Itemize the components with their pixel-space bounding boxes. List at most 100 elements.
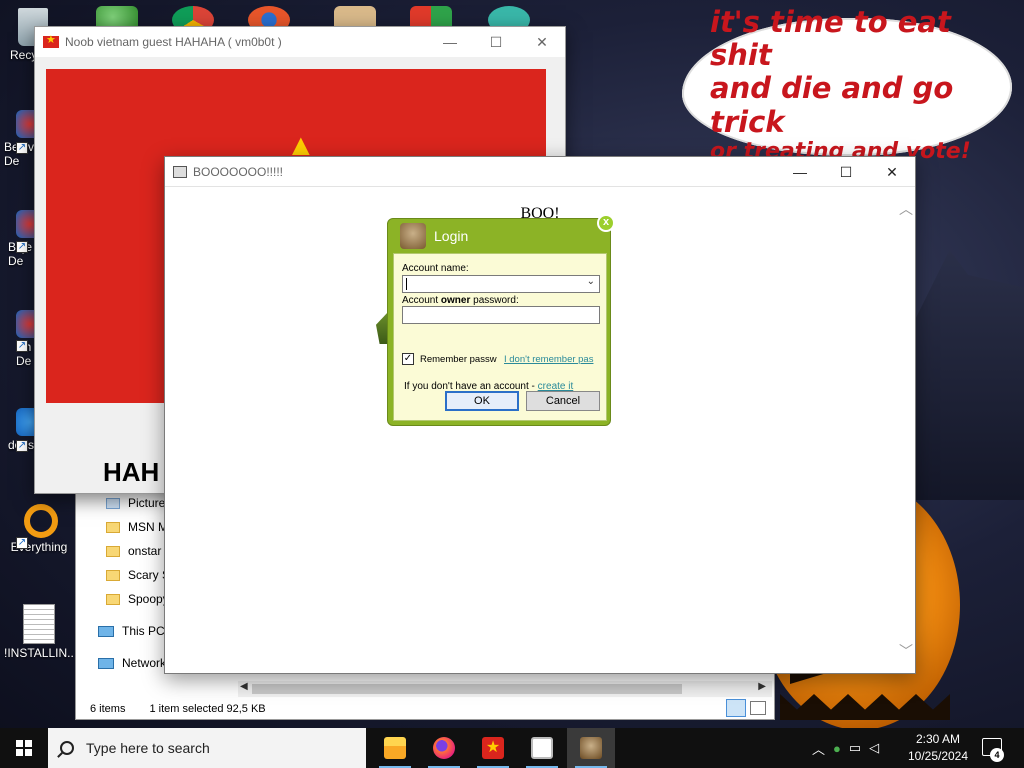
scrollbar-thumb[interactable] <box>252 684 682 694</box>
password-input[interactable] <box>402 306 600 324</box>
window-titlebar[interactable]: BOOOOOOO!!!!! — ☐ ✕ <box>165 157 915 187</box>
dog-icon <box>580 737 602 759</box>
nav-item-label: Picture <box>128 496 166 510</box>
speech-bubble: it's time to eat shit and die and go tri… <box>682 5 1012 164</box>
nav-item-label: onstar <box>128 544 162 558</box>
network-tray-icon[interactable]: ▭ <box>849 740 861 756</box>
folder-icon <box>106 521 120 533</box>
forgot-password-link[interactable]: I don't remember pas <box>504 354 602 365</box>
speech-line-1: it's time to eat shit <box>710 4 951 73</box>
scroll-right-icon[interactable]: ▶ <box>758 681 766 692</box>
password-label-post: password: <box>470 295 519 306</box>
network-icon <box>98 657 114 669</box>
text-caret <box>406 278 407 290</box>
remember-password-label: Remember passw <box>420 354 497 365</box>
window-icon <box>531 737 553 759</box>
folder-icon <box>106 593 120 605</box>
pictures-folder-icon <box>106 497 120 509</box>
speech-line-2: and die and go trick <box>710 71 954 139</box>
nav-item-scary[interactable]: Scary S <box>106 563 170 587</box>
nav-item-onstar[interactable]: onstar <box>106 539 161 563</box>
nav-item-pictures[interactable]: Picture <box>106 491 165 515</box>
account-name-label: Account name: <box>402 263 469 274</box>
shortcut-arrow-icon: ↗ <box>16 537 28 549</box>
maximize-button[interactable]: ☐ <box>823 157 869 187</box>
horizontal-scrollbar[interactable]: ◀ ▶ <box>238 681 772 697</box>
nav-item-label: Spoopy <box>128 592 169 606</box>
folder-icon <box>106 545 120 557</box>
remember-password-checkbox[interactable]: ✓ <box>402 353 414 365</box>
notification-count-badge: 4 <box>990 748 1004 762</box>
nav-item-msn[interactable]: MSN M <box>106 515 168 539</box>
close-button[interactable]: ✕ <box>869 157 915 187</box>
password-label: Account owner password: <box>402 295 519 306</box>
nav-item-label: Network <box>122 656 167 670</box>
status-selection: 1 item selected 92,5 KB <box>149 703 266 715</box>
folder-icon <box>384 737 406 759</box>
taskbar-app-dog[interactable] <box>567 728 615 768</box>
start-button[interactable] <box>0 728 48 768</box>
shortcut-arrow-icon: ↗ <box>16 440 28 452</box>
people-tray-icon[interactable]: ● <box>833 741 841 756</box>
password-label-pre: Account <box>402 295 441 306</box>
password-label-bold: owner <box>440 295 471 306</box>
desktop-icon-everything[interactable]: Everything <box>4 504 74 554</box>
desktop-icon-label: !INSTALLIN... <box>4 646 74 660</box>
scroll-down-icon[interactable]: ﹀ <box>899 641 913 661</box>
caption-text: HAH <box>103 457 160 487</box>
login-close-button[interactable]: x <box>597 214 615 232</box>
ok-button[interactable]: OK <box>445 391 519 411</box>
login-body: Account name: ⌄ Account owner password: … <box>393 253 607 421</box>
nav-item-label: This PC <box>122 624 165 638</box>
taskbar-app-firefox[interactable] <box>420 728 468 768</box>
nav-item-label: MSN M <box>128 520 168 534</box>
large-icons-view-icon[interactable] <box>750 701 766 715</box>
clock-time: 2:30 AM <box>915 732 961 746</box>
login-dialog[interactable]: Login x Account name: ⌄ Account owner pa… <box>387 214 615 426</box>
window-icon <box>173 165 187 178</box>
window-title: Noob vietnam guest HAHAHA ( vm0b0t ) <box>65 35 282 49</box>
window-titlebar[interactable]: Noob vietnam guest HAHAHA ( vm0b0t ) — ☐… <box>35 27 565 57</box>
windows-logo-icon <box>16 740 32 756</box>
nav-item-this-pc[interactable]: This PC <box>98 619 165 643</box>
details-view-icon[interactable] <box>726 699 746 717</box>
taskbar-clock[interactable]: 2:30 AM 10/25/2024 <box>906 731 970 765</box>
login-header[interactable]: Login <box>388 219 610 253</box>
chevron-up-icon[interactable]: ︿ <box>812 739 825 758</box>
search-placeholder: Type here to search <box>86 740 210 756</box>
speaker-icon[interactable]: ◁ <box>869 740 879 756</box>
desktop-icon-installing[interactable]: !INSTALLIN... <box>4 604 74 660</box>
shortcut-arrow-icon: ↗ <box>16 142 28 154</box>
dog-icon <box>400 223 426 249</box>
maximize-button[interactable]: ☐ <box>473 27 519 57</box>
firefox-icon <box>433 737 455 759</box>
taskbar-app-window[interactable] <box>518 728 566 768</box>
status-item-count: 6 items <box>90 703 126 715</box>
minimize-button[interactable]: — <box>427 27 473 57</box>
desktop-icon-label: Everything <box>10 540 68 554</box>
account-name-input[interactable]: ⌄ <box>402 275 600 293</box>
computer-icon <box>98 625 114 637</box>
taskbar-app-vietnam-flag[interactable]: ★ <box>469 728 517 768</box>
everything-search-icon <box>24 504 58 538</box>
vertical-scrollbar[interactable]: ︿ ﹀ <box>895 195 915 665</box>
chevron-down-icon[interactable]: ⌄ <box>587 276 595 287</box>
scroll-left-icon[interactable]: ◀ <box>240 681 248 692</box>
status-bar: 6 items 1 item selected 92,5 KB <box>90 703 266 715</box>
background-house-silhouette <box>900 250 1024 500</box>
clock-date: 10/25/2024 <box>907 749 969 763</box>
vietnam-flag-icon <box>43 33 59 48</box>
scroll-up-icon[interactable]: ︿ <box>899 199 913 219</box>
shortcut-arrow-icon: ↗ <box>16 241 28 253</box>
taskbar-app-file-explorer[interactable] <box>371 728 419 768</box>
folder-icon <box>106 569 120 581</box>
nav-item-spoopy[interactable]: Spoopy <box>106 587 169 611</box>
nav-item-network[interactable]: Network <box>98 651 166 675</box>
minimize-button[interactable]: — <box>777 157 823 187</box>
search-icon <box>60 741 74 755</box>
shortcut-arrow-icon: ↗ <box>16 340 28 352</box>
close-button[interactable]: ✕ <box>519 27 565 57</box>
cancel-button[interactable]: Cancel <box>526 391 600 411</box>
taskbar-search-box[interactable]: Type here to search <box>48 728 366 768</box>
vietnam-flag-icon: ★ <box>482 737 504 759</box>
